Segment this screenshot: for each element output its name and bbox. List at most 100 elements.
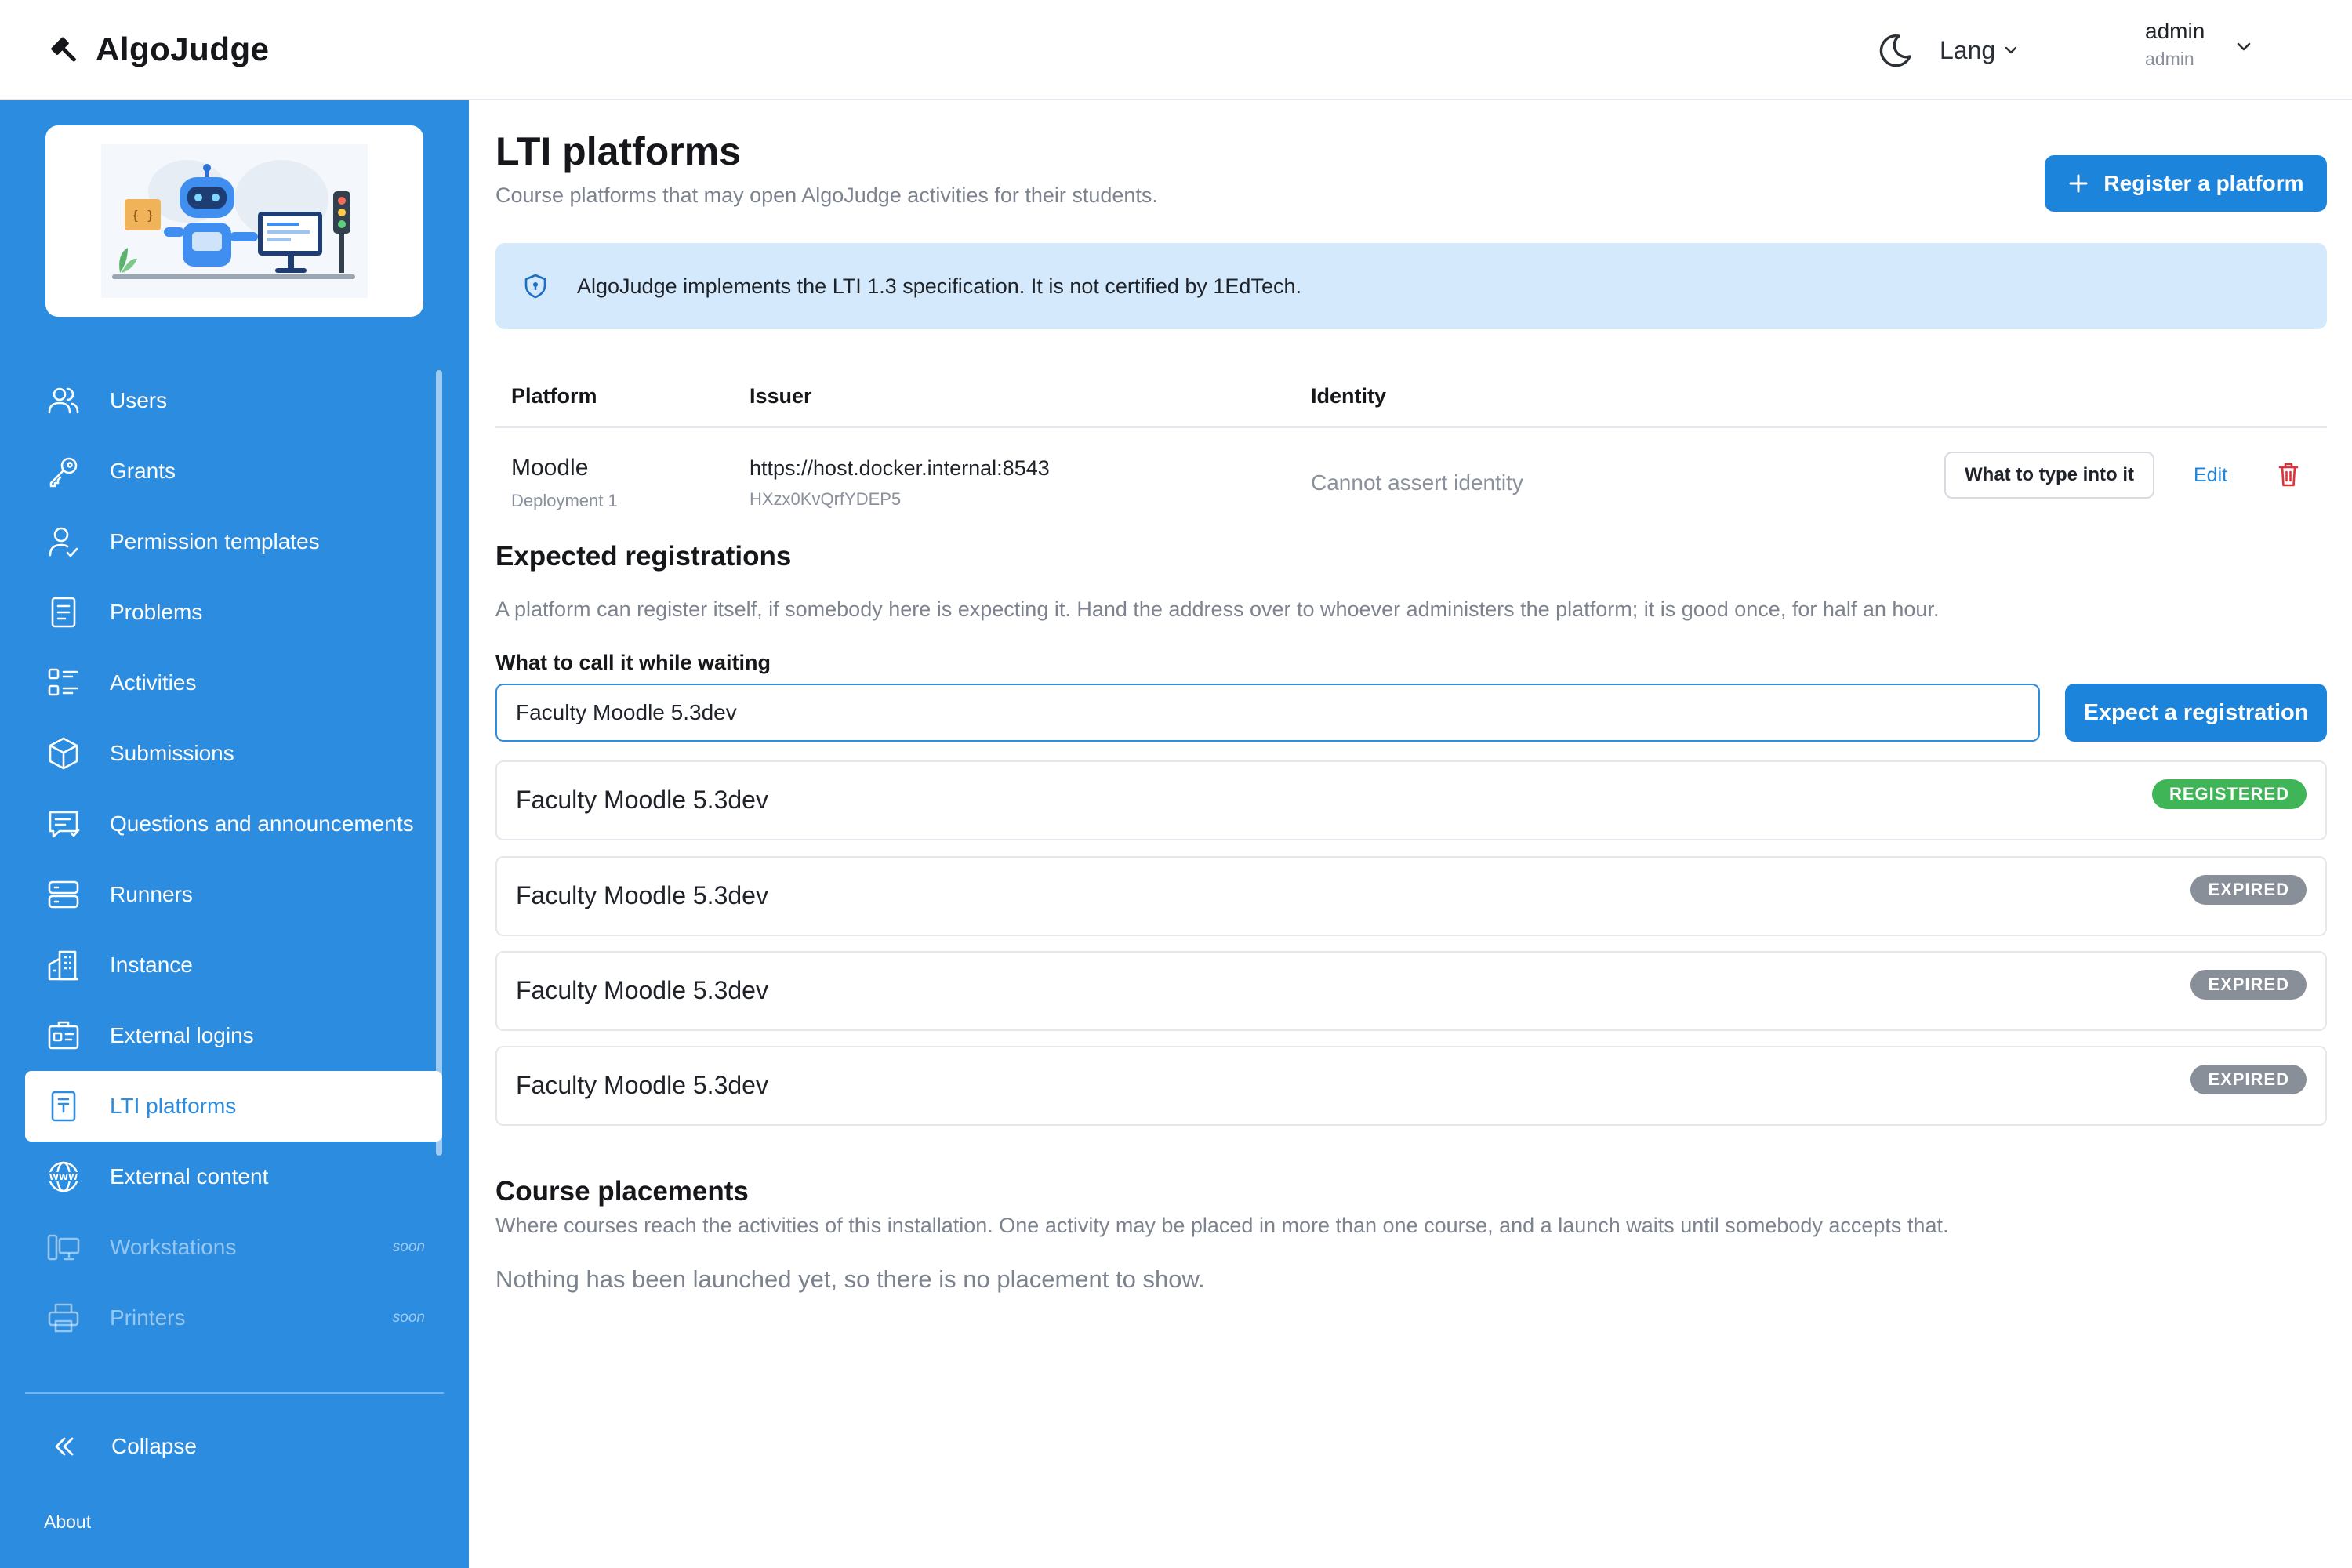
sidebar-item-workstations: Workstations soon xyxy=(25,1212,442,1283)
hero-illustration-card: { } xyxy=(45,125,423,317)
identity-status: Cannot assert identity xyxy=(1311,470,1523,495)
lti-document-icon xyxy=(51,1091,76,1122)
workstation-icon xyxy=(47,1234,80,1261)
sidebar-item-label: Users xyxy=(110,388,168,412)
language-label: Lang xyxy=(1940,35,1996,64)
robot-illustration: { } xyxy=(101,144,368,298)
page-title: LTI platforms xyxy=(495,129,741,173)
user-role: admin xyxy=(2145,49,2194,69)
list-item: Faculty Moodle 5.3dev REGISTERED xyxy=(495,760,2327,840)
sidebar-item-label: Printers xyxy=(110,1305,186,1330)
expected-registrations-title: Expected registrations xyxy=(495,541,792,572)
list-icon xyxy=(48,668,78,696)
shield-icon xyxy=(524,274,546,299)
sidebar-item-instance[interactable]: Instance xyxy=(25,930,442,1000)
soon-tag: soon xyxy=(392,1239,425,1255)
expect-registration-button[interactable]: Expect a registration xyxy=(2065,684,2327,742)
document-icon xyxy=(51,597,76,628)
chevrons-left-icon xyxy=(55,1437,74,1456)
key-icon xyxy=(49,457,78,488)
gavel-icon xyxy=(51,37,76,62)
sidebar-item-runners[interactable]: Runners xyxy=(25,859,442,930)
sidebar-item-label: Problems xyxy=(110,600,203,624)
status-badge: EXPIRED xyxy=(2190,1065,2307,1094)
top-bar: AlgoJudge Lang admin admin xyxy=(0,0,2352,100)
chevron-down-icon xyxy=(2005,46,2017,54)
user-menu[interactable]: admin admin xyxy=(2145,19,2205,70)
course-placements-description: Where courses reach the activities of th… xyxy=(495,1214,1949,1237)
page-subtitle: Course platforms that may open AlgoJudge… xyxy=(495,183,1158,207)
registration-name: Faculty Moodle 5.3dev xyxy=(516,1071,768,1099)
issuer-url: https://host.docker.internal:8543 xyxy=(750,456,1050,480)
list-item: Faculty Moodle 5.3dev EXPIRED xyxy=(495,856,2327,936)
sidebar-nav: Users Grants Permission templates Proble… xyxy=(25,365,442,1353)
column-header-identity: Identity xyxy=(1311,384,1387,408)
sidebar-item-questions-and-announcements[interactable]: Questions and announcements xyxy=(25,789,442,859)
client-id: HXzx0KvQrfYDEP5 xyxy=(750,489,902,509)
trash-icon[interactable] xyxy=(2277,461,2300,488)
status-badge: EXPIRED xyxy=(2190,875,2307,905)
user-check-icon xyxy=(49,527,78,557)
collapse-sidebar-button[interactable]: Collapse xyxy=(25,1419,444,1474)
printer-icon xyxy=(48,1303,79,1333)
sidebar-item-submissions[interactable]: Submissions xyxy=(25,718,442,789)
soon-tag: soon xyxy=(392,1309,425,1326)
users-icon xyxy=(48,387,79,414)
registration-name: Faculty Moodle 5.3dev xyxy=(516,881,768,909)
sidebar-item-grants[interactable]: Grants xyxy=(25,436,442,506)
moon-icon[interactable] xyxy=(1875,30,1916,71)
brand[interactable]: AlgoJudge xyxy=(49,24,270,75)
status-badge: REGISTERED xyxy=(2151,779,2307,809)
about-link[interactable]: About xyxy=(44,1512,91,1533)
brand-name: AlgoJudge xyxy=(96,31,270,67)
table-header-divider xyxy=(495,426,2327,428)
register-platform-button[interactable]: Register a platform xyxy=(2045,155,2327,212)
platform-deployment: Deployment 1 xyxy=(511,491,618,510)
expected-registrations-description: A platform can register itself, if someb… xyxy=(495,597,1940,621)
sidebar-item-lti-platforms[interactable]: LTI platforms xyxy=(25,1071,442,1142)
sidebar-item-label: External logins xyxy=(110,1023,254,1047)
info-banner: AlgoJudge implements the LTI 1.3 specifi… xyxy=(495,243,2327,329)
column-header-platform: Platform xyxy=(511,384,597,408)
waiting-name-input[interactable] xyxy=(495,684,2040,742)
edit-platform-link[interactable]: Edit xyxy=(2194,464,2227,487)
sidebar-item-label: Runners xyxy=(110,882,193,906)
sidebar-item-label: External content xyxy=(110,1164,269,1189)
sidebar-item-external-logins[interactable]: External logins xyxy=(25,1000,442,1071)
sidebar-item-printers: Printers soon xyxy=(25,1283,442,1353)
sidebar-item-label: Activities xyxy=(110,670,197,695)
svg-text:WWW: WWW xyxy=(49,1172,78,1182)
server-icon xyxy=(48,880,79,909)
course-placements-title: Course placements xyxy=(495,1176,749,1207)
building-icon xyxy=(48,950,78,981)
registration-name: Faculty Moodle 5.3dev xyxy=(516,976,768,1004)
list-item: Faculty Moodle 5.3dev EXPIRED xyxy=(495,1046,2327,1126)
sidebar-item-external-content[interactable]: WWW External content xyxy=(25,1142,442,1212)
chevron-down-icon[interactable] xyxy=(2233,36,2255,58)
chat-icon xyxy=(49,811,80,838)
id-card-icon xyxy=(48,1021,79,1050)
collapse-label: Collapse xyxy=(111,1434,197,1458)
sidebar-item-label: Instance xyxy=(110,953,193,977)
status-badge: EXPIRED xyxy=(2190,970,2307,1000)
empty-placements-message: Nothing has been launched yet, so there … xyxy=(495,1265,1205,1293)
sidebar-item-label: Questions and announcements xyxy=(110,811,414,836)
list-item: Faculty Moodle 5.3dev EXPIRED xyxy=(495,951,2327,1031)
sidebar-item-label: LTI platforms xyxy=(110,1094,237,1118)
sidebar: { } Users Grants Permission templates Pr… xyxy=(0,100,469,1568)
sidebar-item-activities[interactable]: Activities xyxy=(25,648,442,718)
what-to-type-button[interactable]: What to type into it xyxy=(1944,452,2154,499)
cube-icon xyxy=(49,737,78,770)
globe-www-icon: WWW xyxy=(48,1161,79,1192)
language-selector[interactable]: Lang xyxy=(1940,30,2019,71)
sidebar-item-users[interactable]: Users xyxy=(25,365,442,436)
column-header-issuer: Issuer xyxy=(750,384,812,408)
sidebar-item-problems[interactable]: Problems xyxy=(25,577,442,648)
sidebar-item-label: Permission templates xyxy=(110,529,320,554)
registration-name: Faculty Moodle 5.3dev xyxy=(516,786,768,814)
sidebar-item-permission-templates[interactable]: Permission templates xyxy=(25,506,442,577)
platform-name: Moodle xyxy=(511,455,589,481)
sidebar-item-label: Workstations xyxy=(110,1235,237,1259)
user-name: admin xyxy=(2145,19,2205,43)
sidebar-item-label: Grants xyxy=(110,459,176,483)
